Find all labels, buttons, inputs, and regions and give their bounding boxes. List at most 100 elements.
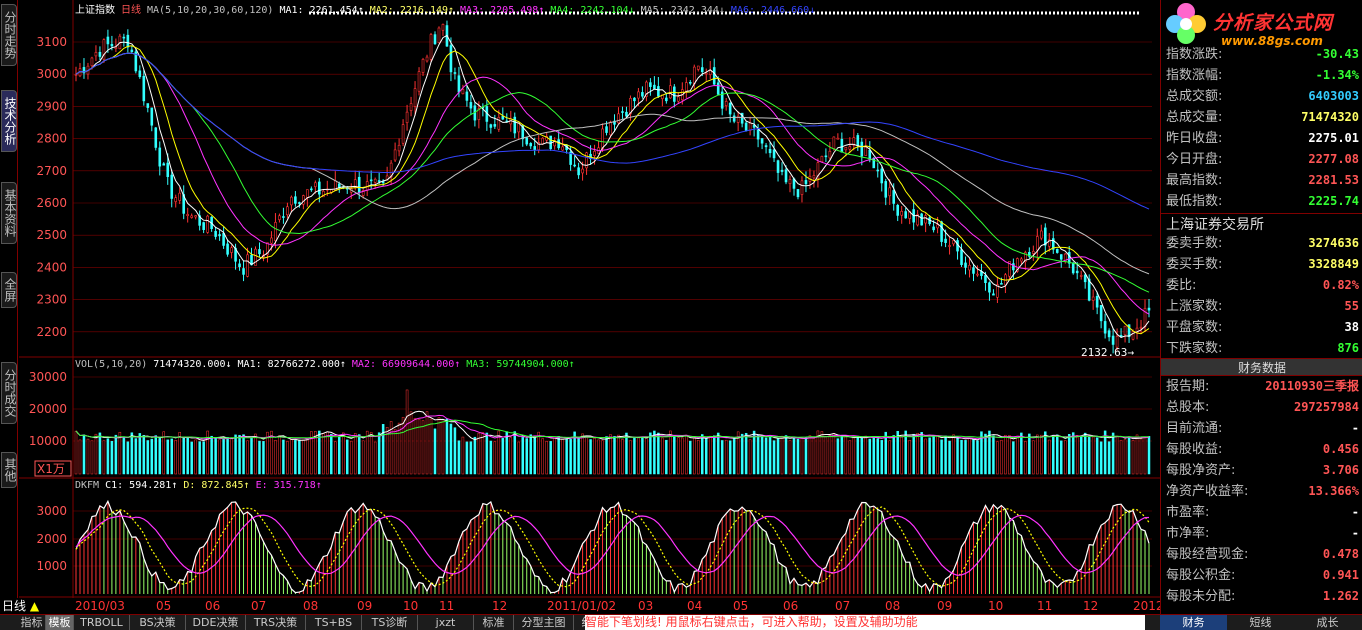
bottom-tab[interactable]: jxzt <box>418 615 474 630</box>
price-tick: 2300 <box>36 293 67 307</box>
bottom-tab[interactable]: BS决策 <box>130 615 186 630</box>
candle-body <box>944 238 947 243</box>
bottom-tab[interactable]: TRS决策 <box>246 615 306 630</box>
tab-other[interactable]: 其他 <box>1 452 17 488</box>
candle-body <box>948 245 951 247</box>
candle-body <box>657 86 660 97</box>
tab-short-term[interactable]: 短线 <box>1227 615 1294 630</box>
vol-unit: X1万 <box>37 462 65 476</box>
volume-bar <box>178 432 181 475</box>
index-info-label: 今日开盘: <box>1166 152 1223 167</box>
tab-growth[interactable]: 成长 <box>1294 615 1361 630</box>
flower-logo-icon <box>1166 3 1206 44</box>
candle-body <box>856 135 860 146</box>
candle-body <box>489 124 493 128</box>
ma3-value: MA3: 2205.498↑ <box>460 5 545 16</box>
volume-bar <box>226 437 229 475</box>
ma2-value: MA2: 2216.149↑ <box>369 5 455 16</box>
volume-bar <box>856 435 860 475</box>
finance-info-row: 市净率: - <box>1161 523 1362 544</box>
period-indicator[interactable]: 日线 ▲ <box>0 598 52 614</box>
candle-body <box>449 45 453 73</box>
kline-chart: 3100 3000 2900 2800 2700 2600 2500 2400 2300 2200… <box>19 0 1160 598</box>
tab-intraday[interactable]: 分时走势 <box>1 4 17 66</box>
volume-bar <box>421 420 425 475</box>
candle-body <box>98 51 102 57</box>
bottom-tab[interactable]: DDE决策 <box>186 615 246 630</box>
candle-body <box>684 82 688 92</box>
volume-bar <box>625 432 628 475</box>
ma5-value: MA5: 2342.344↓ <box>640 5 725 16</box>
volume-bar <box>198 441 201 475</box>
candle-body <box>804 180 808 185</box>
bottom-tab[interactable]: 指标 <box>18 615 46 630</box>
main-legend: 上证指数 日线 MA(5,10,20,30,60,120) MA1: 2261.454… <box>75 1 821 16</box>
tab-technical[interactable]: 技术分析 <box>1 90 17 152</box>
candle-body <box>290 196 293 206</box>
finance-info-label: 总股本: <box>1166 400 1210 415</box>
volume-bar <box>282 439 285 475</box>
finance-info-row: 净资产收益率: 13.366% <box>1161 481 1362 502</box>
bottom-tab[interactable]: 分型主图 <box>514 615 574 630</box>
volume-bar <box>290 439 293 475</box>
volume-bar <box>864 435 868 475</box>
index-info-value: 6403003 <box>1308 89 1359 103</box>
left-tab-bar: 分时走势 技术分析 基本资料 全屏 分时成交 其他 <box>0 0 18 614</box>
volume-bar <box>126 441 130 475</box>
volume-bar <box>868 438 872 475</box>
candle-body <box>864 146 868 156</box>
bottom-tab[interactable]: TS+BS <box>306 615 362 630</box>
candle-body <box>286 206 289 216</box>
tab-finance[interactable]: 财务 <box>1160 615 1227 630</box>
chart-area[interactable]: 3100 3000 2900 2800 2700 2600 2500 2400 2300 2200… <box>19 0 1160 598</box>
date-label: 10 <box>403 599 419 613</box>
candle-body <box>1036 236 1039 251</box>
bottom-tab[interactable]: TRBOLL <box>74 615 130 630</box>
volume-bar <box>1095 437 1099 475</box>
volume-bar <box>361 440 365 475</box>
volume-bar <box>1143 436 1147 475</box>
volume-bar <box>1056 434 1059 475</box>
volume-bar <box>1020 432 1023 475</box>
tab-fullscreen[interactable]: 全屏 <box>1 272 17 308</box>
candle-body <box>314 182 317 187</box>
volume-bar <box>218 439 221 475</box>
volume-bar <box>250 437 253 475</box>
bottom-tab[interactable]: 模板 <box>46 615 74 630</box>
tab-tick-trades[interactable]: 分时成交 <box>1 362 17 424</box>
index-info-row: 总成交额: 6403003 <box>1161 86 1362 107</box>
candle-body <box>1095 295 1099 308</box>
exchange-info-value: 3274636 <box>1308 236 1359 250</box>
tab-fundamentals[interactable]: 基本资料 <box>1 182 17 244</box>
price-tick: 2500 <box>36 228 67 242</box>
index-info-value: 2275.01 <box>1308 131 1359 145</box>
finance-info-value: 0.478 <box>1322 547 1359 561</box>
volume-bar <box>493 441 497 475</box>
bottom-tab[interactable]: 标准 <box>474 615 514 630</box>
volume-bar <box>724 439 728 475</box>
candle-body <box>393 149 397 161</box>
index-info-value: 2281.53 <box>1308 173 1359 187</box>
volume-bar <box>689 440 692 475</box>
volume-bar <box>294 440 297 475</box>
finance-info-label: 市盈率: <box>1166 505 1210 520</box>
candle-body <box>892 190 896 204</box>
dkfm-e: E: 315.718↑ <box>255 480 322 491</box>
bottom-tab[interactable]: TS诊断 <box>362 615 418 630</box>
candle-body <box>744 122 748 131</box>
volume-bar <box>1032 440 1035 475</box>
candle-body <box>633 97 636 102</box>
candle-body <box>1040 230 1043 239</box>
volume-bar <box>1000 440 1003 475</box>
volume-bar <box>150 438 154 475</box>
volume-bar <box>110 441 114 475</box>
candle-body <box>860 141 864 157</box>
candle-body <box>425 56 429 62</box>
volume-bar <box>928 437 931 475</box>
candle-body <box>166 162 170 177</box>
candle-body <box>130 49 134 52</box>
volume-bar <box>561 438 564 475</box>
volume-bar <box>645 437 648 475</box>
volume-bar <box>166 439 169 475</box>
finance-info-label: 每股未分配: <box>1166 589 1236 604</box>
